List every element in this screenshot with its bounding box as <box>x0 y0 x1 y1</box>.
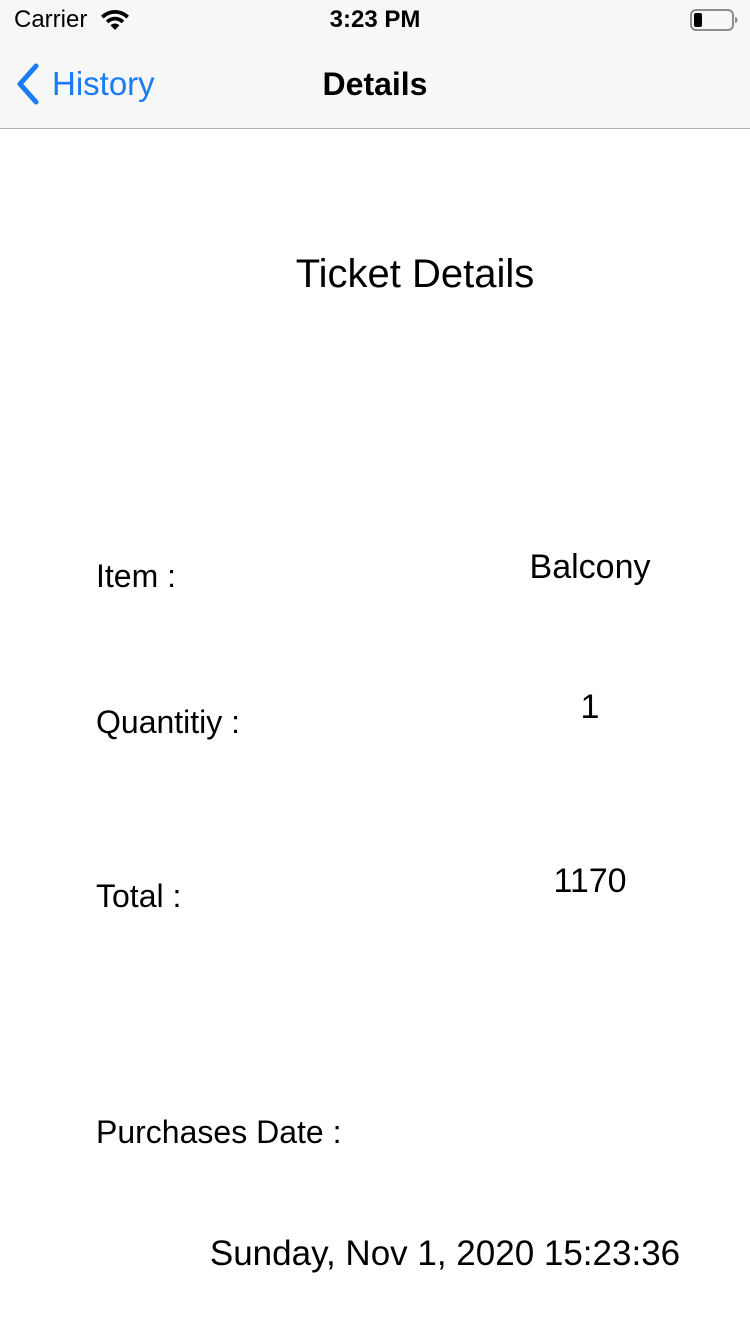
navigation-bar: History Details <box>0 40 750 129</box>
page-title: Ticket Details <box>295 252 535 296</box>
nav-title: Details <box>322 66 428 102</box>
battery-icon <box>690 9 738 31</box>
purchase-date-label: Purchases Date : <box>96 1114 342 1150</box>
quantity-value: 1 <box>580 688 600 726</box>
status-bar: Carrier 3:23 PM <box>0 0 750 40</box>
quantity-label: Quantitiy : <box>96 704 241 740</box>
total-value: 1170 <box>553 862 627 900</box>
item-label: Item : <box>96 558 177 594</box>
total-label: Total : <box>96 878 182 914</box>
purchase-date-value: Sunday, Nov 1, 2020 15:23:36 <box>209 1234 681 1273</box>
details-screen: Carrier 3:23 PM History Details Ticket D… <box>0 0 750 1334</box>
item-value: Balcony <box>529 548 651 586</box>
status-time: 3:23 PM <box>329 6 421 33</box>
